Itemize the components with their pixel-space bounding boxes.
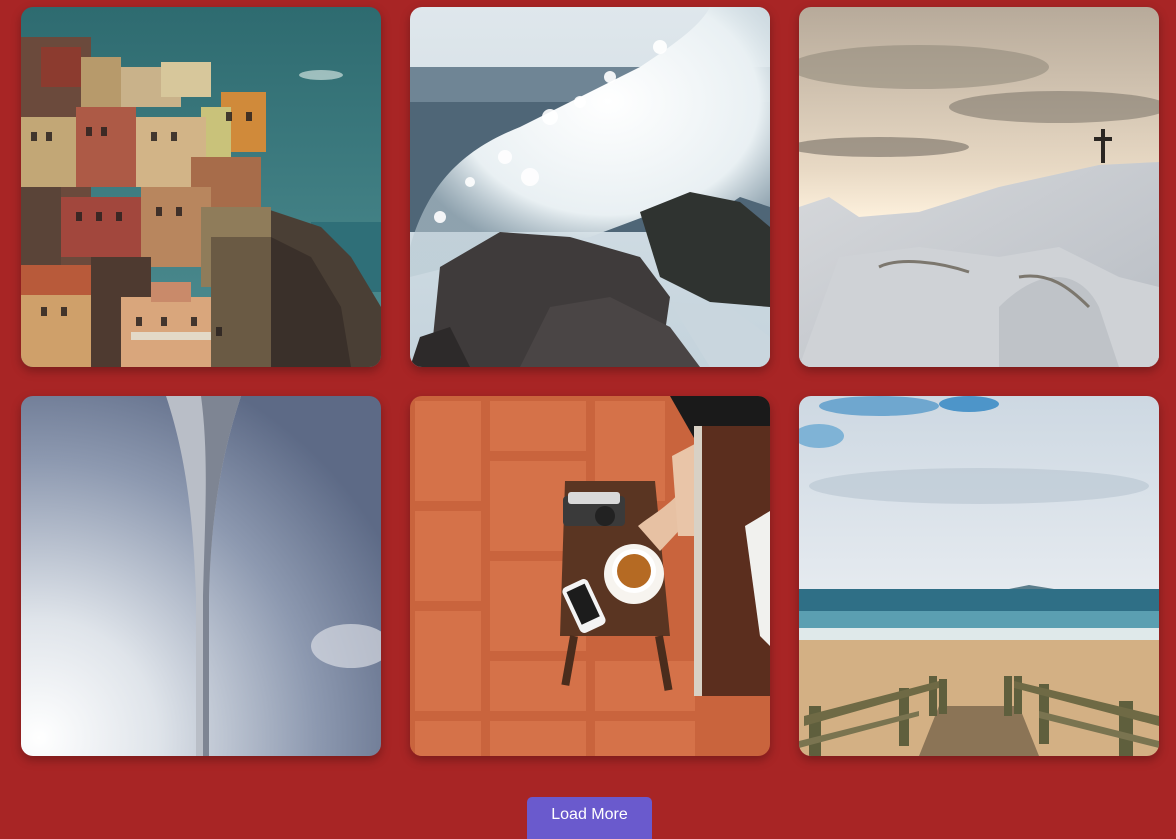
coastal-village-image [21,7,381,367]
beach-boardwalk-image [799,396,1159,756]
gallery-photo-snowy-hill[interactable] [799,7,1159,367]
gallery-photo-coffee-table[interactable] [410,396,770,756]
gallery-photo-ocean-wave[interactable] [410,7,770,367]
coffee-table-image [410,396,770,756]
photo-gallery [21,7,1159,756]
snowy-hill-image [799,7,1159,367]
load-more-button[interactable]: Load More [527,797,652,839]
gallery-photo-coastal-village[interactable] [21,7,381,367]
bridge-pylon-image [21,396,381,756]
gallery-photo-beach-boardwalk[interactable] [799,396,1159,756]
gallery-photo-bridge-pylon[interactable] [21,396,381,756]
ocean-wave-image [410,7,770,367]
